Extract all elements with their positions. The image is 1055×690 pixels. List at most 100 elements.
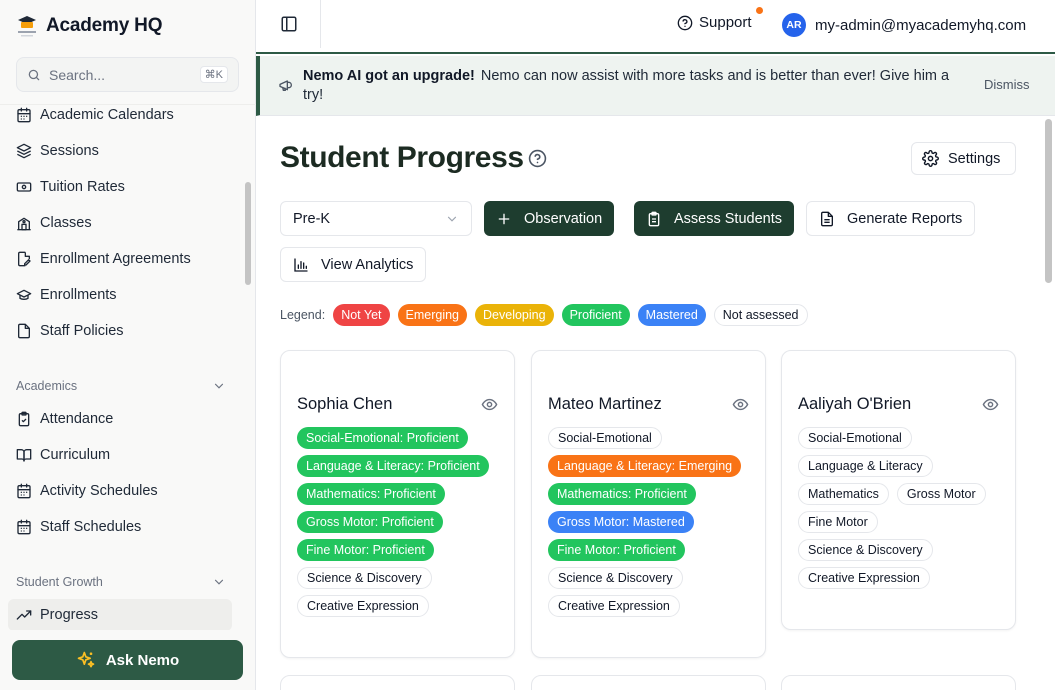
- top-header: Support AR my-admin@myacademyhq.com: [256, 0, 1055, 54]
- user-email: my-admin@myacademyhq.com: [815, 16, 1027, 34]
- sidebar-item-attendance[interactable]: Attendance: [8, 403, 232, 435]
- sidebar-toggle-button[interactable]: [280, 15, 298, 33]
- sidebar-item-progress[interactable]: Progress: [8, 599, 232, 630]
- trending-up-icon: [16, 610, 32, 620]
- domain-tag: Language & Literacy: Proficient: [297, 455, 489, 477]
- sidebar-nav: Academic Calendars Sessions Tuition Rate…: [0, 104, 256, 630]
- sidebar-item-label: Staff Schedules: [40, 519, 142, 535]
- legend-emerging: Emerging: [397, 304, 468, 326]
- domain-tag: Fine Motor: [798, 511, 878, 533]
- chevron-down-icon: [214, 383, 224, 389]
- domain-tags: Social-Emotional Language & Literacy Mathe…: [798, 427, 1003, 589]
- student-card[interactable]: Mateo Martinez Social-Emotional Language …: [531, 350, 766, 658]
- sidebar-item-label: Classes: [40, 215, 92, 231]
- class-select-value: Pre-K: [293, 210, 331, 227]
- generate-reports-button[interactable]: Generate Reports: [806, 201, 976, 236]
- clipboard-check-icon: [18, 411, 30, 427]
- main-scrollbar[interactable]: [1045, 119, 1052, 283]
- megaphone-icon: [278, 77, 294, 93]
- section-academics[interactable]: Academics: [16, 376, 226, 396]
- header-divider: [320, 0, 321, 48]
- settings-button[interactable]: Settings: [911, 142, 1016, 175]
- domain-tag: Science & Discovery: [548, 567, 683, 589]
- dismiss-button[interactable]: Dismiss: [984, 77, 1030, 92]
- student-card[interactable]: Aaliyah O'Brien Social-Emotional Language…: [781, 350, 1016, 630]
- student-name: Sophia Chen: [297, 395, 393, 413]
- student-card[interactable]: [781, 675, 1016, 690]
- calendar-icon: [17, 107, 31, 123]
- section-title: Student Growth: [16, 575, 103, 589]
- sidebar-item-staff-policies[interactable]: Staff Policies: [8, 315, 232, 347]
- main-content: Student Progress Settings Pre-K Observat…: [256, 117, 1055, 690]
- domain-tag: Fine Motor: Proficient: [297, 539, 434, 561]
- help-icon[interactable]: [528, 149, 547, 168]
- chevron-down-icon: [214, 579, 224, 585]
- student-card[interactable]: [280, 675, 515, 690]
- domain-tag: Social-Emotional: Proficient: [297, 427, 468, 449]
- file-signature-icon: [18, 251, 31, 267]
- sidebar-item-label: Staff Policies: [40, 323, 124, 339]
- domain-tag: Social-Emotional: [548, 427, 662, 449]
- sidebar-scrollbar[interactable]: [245, 182, 251, 285]
- file-text-icon: [821, 211, 833, 226]
- sidebar-item-enrollment-agreements[interactable]: Enrollment Agreements: [8, 243, 232, 275]
- domain-tag: Science & Discovery: [297, 567, 432, 589]
- sidebar-item-label: Academic Calendars: [40, 107, 174, 123]
- bar-chart-icon: [294, 257, 308, 272]
- sidebar-item-curriculum[interactable]: Curriculum: [8, 439, 232, 471]
- sidebar-item-sessions[interactable]: Sessions: [8, 135, 232, 167]
- class-select[interactable]: Pre-K: [280, 201, 472, 236]
- search-icon: [28, 69, 40, 80]
- student-card[interactable]: [531, 675, 766, 690]
- domain-tag: Social-Emotional: [798, 427, 912, 449]
- eye-icon[interactable]: [481, 396, 498, 413]
- sidebar-item-label: Attendance: [40, 411, 114, 427]
- sidebar-item-enrollments[interactable]: Enrollments: [8, 279, 232, 311]
- legend-label: Legend:: [280, 308, 326, 322]
- view-analytics-button[interactable]: View Analytics: [280, 247, 427, 282]
- banner-text: Nemo AI got an upgrade! Nemo can now assi…: [303, 67, 973, 105]
- ask-nemo-button[interactable]: Ask Nemo: [12, 640, 243, 680]
- student-card[interactable]: Sophia Chen Social-Emotional: Proficient…: [280, 350, 515, 658]
- domain-tag: Mathematics: Proficient: [548, 483, 696, 505]
- reports-label: Generate Reports: [847, 210, 963, 227]
- banner-title: Nemo AI got an upgrade!: [303, 68, 475, 84]
- eye-icon[interactable]: [732, 396, 749, 413]
- banknote-icon: [16, 182, 32, 192]
- sidebar-item-label: Activity Schedules: [40, 483, 158, 499]
- domain-tag: Fine Motor: Proficient: [548, 539, 685, 561]
- student-name: Mateo Martinez: [548, 395, 662, 413]
- sidebar-item-label: Tuition Rates: [40, 179, 125, 195]
- sidebar-item-label: Enrollments: [40, 287, 117, 303]
- domain-tag: Gross Motor: [896, 483, 986, 505]
- support-button[interactable]: Support: [677, 14, 752, 31]
- sidebar-item-tuition-rates[interactable]: Tuition Rates: [8, 171, 232, 203]
- settings-label: Settings: [948, 150, 1001, 167]
- assess-students-button[interactable]: Assess Students: [634, 201, 794, 236]
- user-menu[interactable]: AR my-admin@myacademyhq.com: [782, 13, 1026, 37]
- legend-not-yet: Not Yet: [333, 304, 390, 326]
- domain-tag: Gross Motor: Proficient: [297, 511, 443, 533]
- sidebar-item-staff-schedules[interactable]: Staff Schedules: [8, 511, 232, 543]
- ask-nemo-label: Ask Nemo: [105, 651, 180, 669]
- calendar-icon: [17, 519, 31, 535]
- sidebar-item-label: Progress: [40, 607, 99, 623]
- search-input[interactable]: Search... ⌘K: [16, 57, 239, 92]
- brand[interactable]: Academy HQ: [16, 12, 162, 40]
- graduation-cap-icon: [16, 289, 32, 300]
- domain-tag: Creative Expression: [297, 595, 429, 617]
- gear-icon: [922, 150, 939, 167]
- sidebar-item-academic-calendars[interactable]: Academic Calendars: [8, 105, 232, 131]
- search-shortcut: ⌘K: [199, 66, 228, 83]
- eye-icon[interactable]: [982, 396, 999, 413]
- domain-tag: Mathematics: [798, 483, 889, 505]
- search-placeholder: Search...: [49, 66, 106, 83]
- sparkles-icon: [77, 651, 95, 668]
- student-name: Aaliyah O'Brien: [798, 395, 912, 413]
- layers-icon: [16, 143, 32, 159]
- section-student-growth[interactable]: Student Growth: [16, 572, 226, 592]
- sidebar-item-classes[interactable]: Classes: [8, 207, 232, 239]
- add-observation-button[interactable]: Observation: [484, 201, 615, 236]
- sidebar-item-activity-schedules[interactable]: Activity Schedules: [8, 475, 232, 507]
- notification-dot: [756, 7, 763, 14]
